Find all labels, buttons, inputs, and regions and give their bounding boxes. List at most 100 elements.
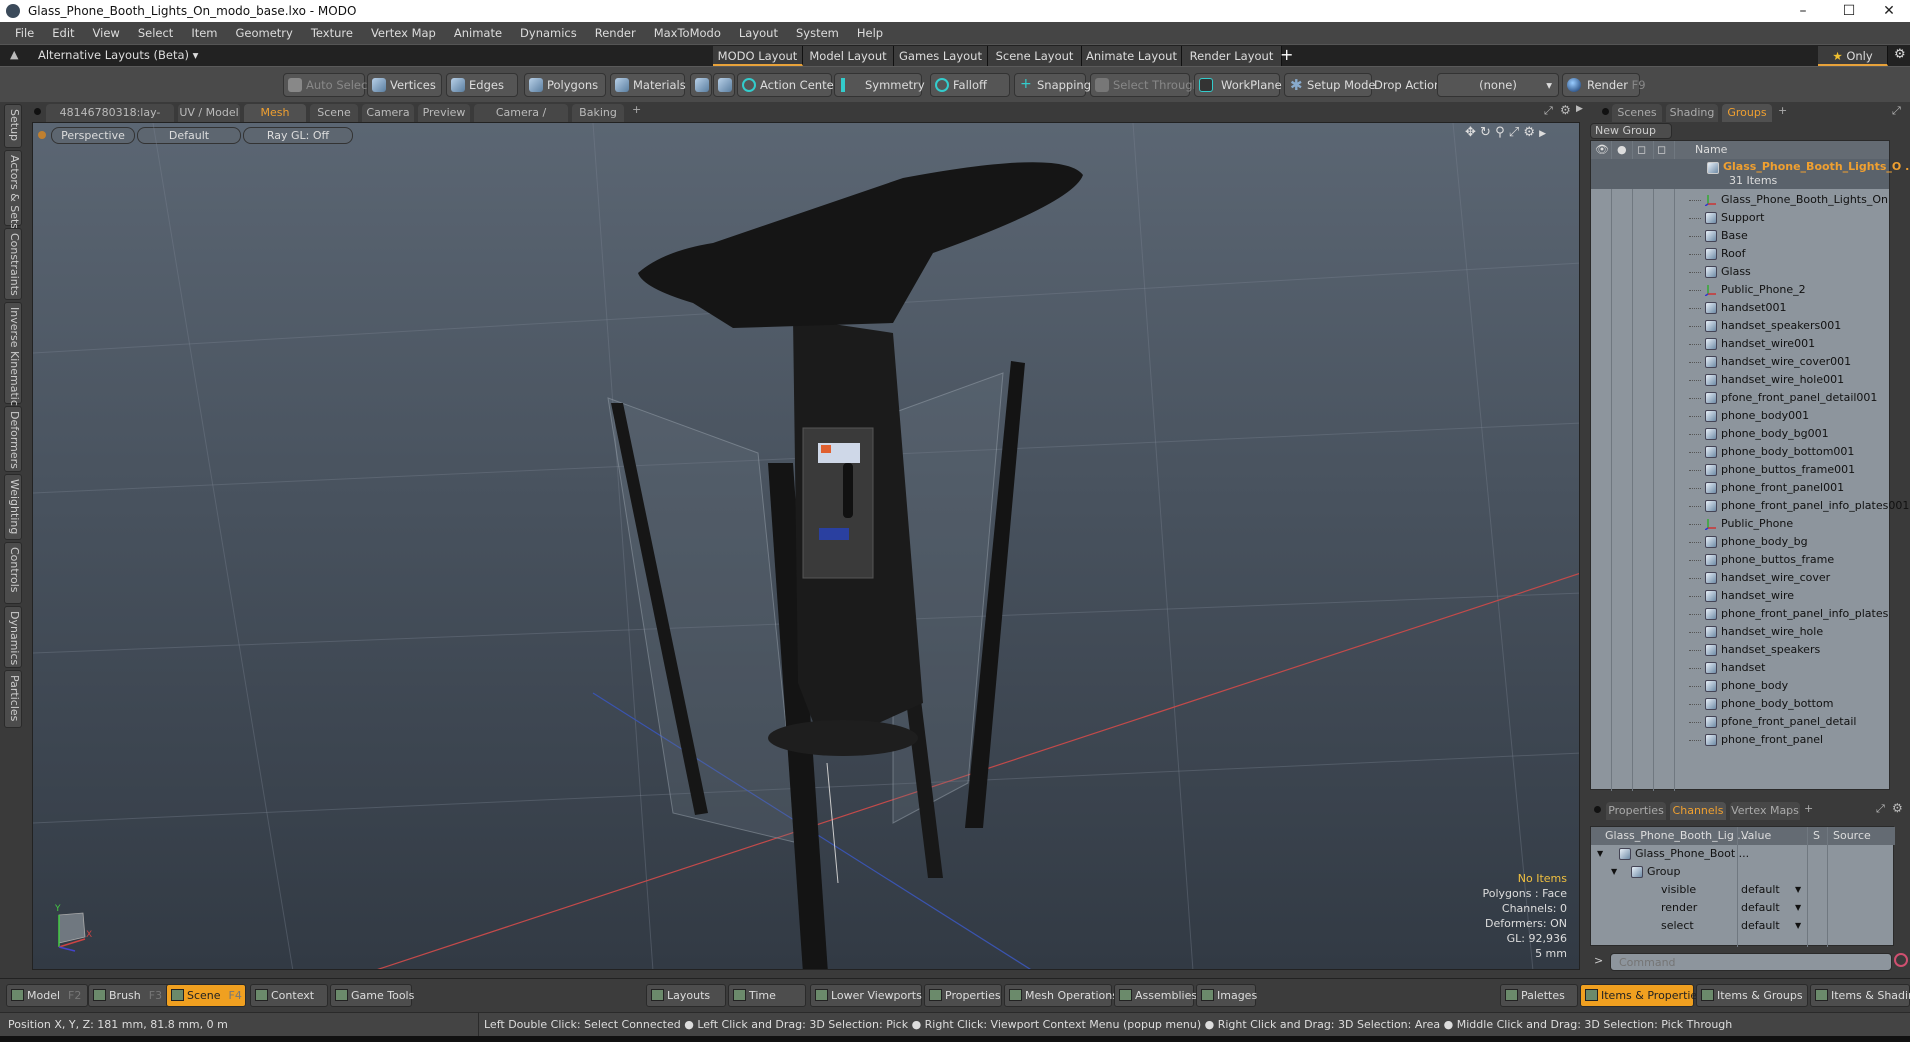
bottom-button-mesh-operations[interactable]: Mesh Operations — [1004, 984, 1118, 1007]
workplane-button[interactable]: WorkPlane — [1194, 73, 1282, 97]
add-tab-button[interactable]: + — [1778, 104, 1787, 117]
group-item-row[interactable]: phone_front_panel — [1591, 731, 1891, 749]
menu-dynamics[interactable]: Dynamics — [511, 26, 586, 40]
group-item-row[interactable]: handset_wire_cover — [1591, 569, 1891, 587]
bottom-button-properties[interactable]: Properties — [924, 984, 1002, 1007]
group-item-row[interactable]: Glass — [1591, 263, 1891, 281]
add-tab-button[interactable]: + — [1804, 802, 1813, 815]
channel-value-select[interactable]: default — [1741, 899, 1780, 917]
value-header[interactable]: Value — [1741, 827, 1771, 845]
channel-root-row[interactable]: ▼ Glass_Phone_Boot ... — [1591, 845, 1895, 863]
menu-file[interactable]: File — [6, 26, 43, 40]
menu-animate[interactable]: Animate — [445, 26, 511, 40]
command-input[interactable] — [1610, 953, 1892, 971]
lock-column-icon[interactable]: ◻ — [1637, 141, 1646, 159]
new-group-button[interactable]: New Group — [1590, 123, 1672, 139]
menu-geometry[interactable]: Geometry — [227, 26, 302, 40]
render-column-icon[interactable]: ● — [1617, 141, 1627, 159]
menu-render[interactable]: Render — [586, 26, 645, 40]
menu-system[interactable]: System — [787, 26, 848, 40]
gear-icon[interactable]: ⚙ — [1894, 47, 1906, 62]
side-tab-weighting[interactable]: Weighting — [4, 474, 22, 540]
side-tab-controls[interactable]: Controls — [4, 542, 22, 604]
group-item-row[interactable]: Roof — [1591, 245, 1891, 263]
layout-tab-modo-layout[interactable]: MODO Layout — [713, 46, 803, 66]
group-item-row[interactable]: handset_wire_hole — [1591, 623, 1891, 641]
pivot-mode-button[interactable] — [713, 73, 735, 97]
only-filter-button[interactable]: ★ Only — [1818, 46, 1888, 66]
viewport-tab-baking[interactable]: Baking — [572, 104, 624, 122]
group-item-row[interactable]: pfone_front_panel_detail — [1591, 713, 1891, 731]
side-tab-deformers[interactable]: Deformers — [4, 406, 22, 472]
group-item-row[interactable]: phone_body_bottom001 — [1591, 443, 1891, 461]
bottom-button-brush[interactable]: Brush F3 — [88, 984, 170, 1007]
bottom-button-items-properties[interactable]: Items & Properties — [1580, 984, 1703, 1007]
menu-view[interactable]: View — [84, 26, 129, 40]
s-header[interactable]: S — [1813, 827, 1820, 845]
chevron-down-icon[interactable]: ▼ — [1795, 881, 1801, 899]
group-item-row[interactable]: phone_body_bg — [1591, 533, 1891, 551]
channel-name-header[interactable]: Glass_Phone_Booth_Lig ... — [1605, 827, 1748, 845]
group-item-row[interactable]: Support — [1591, 209, 1891, 227]
menu-maxtomodo[interactable]: MaxToModo — [645, 26, 730, 40]
drop-action-select[interactable]: (none) ▾ — [1437, 73, 1559, 97]
menu-edit[interactable]: Edit — [43, 26, 83, 40]
play-arrow-icon[interactable]: ▶ — [1576, 104, 1583, 114]
expand-arrow-icon[interactable]: ▼ — [1611, 863, 1617, 881]
bottom-button-palettes[interactable]: Palettes — [1500, 984, 1578, 1007]
menu-texture[interactable]: Texture — [302, 26, 362, 40]
gear-icon[interactable]: ⚙ — [1560, 103, 1571, 117]
group-item-row[interactable]: phone_body001 — [1591, 407, 1891, 425]
menu-help[interactable]: Help — [848, 26, 892, 40]
layout-up-icon[interactable]: ▲ — [10, 48, 18, 61]
bottom-button-time[interactable]: Time — [728, 984, 806, 1007]
tab-vertex-maps[interactable]: Vertex Maps — [1730, 802, 1800, 820]
bottom-button-model[interactable]: Model F2 — [6, 984, 88, 1007]
group-item-row[interactable]: phone_body_bottom — [1591, 695, 1891, 713]
channel-value-select[interactable]: default — [1741, 881, 1780, 899]
group-item-row[interactable]: handset_wire_cover001 — [1591, 353, 1891, 371]
panel-menu-dot-icon[interactable] — [1594, 806, 1601, 813]
bottom-button-scene[interactable]: Scene F4 — [166, 984, 246, 1007]
group-item-row[interactable]: Public_Phone_2 — [1591, 281, 1891, 299]
layout-tab-scene-layout[interactable]: Scene Layout — [988, 46, 1082, 66]
symmetry-button[interactable]: Symmetry — [834, 73, 925, 97]
tab-groups[interactable]: Groups — [1722, 104, 1772, 122]
channel-row[interactable]: visible default ▼ — [1591, 881, 1895, 899]
side-tab-setup[interactable]: Setup — [4, 104, 22, 148]
chevron-down-icon[interactable]: ▼ — [1795, 899, 1801, 917]
alternative-layouts-dropdown[interactable]: Alternative Layouts (Beta) ▾ — [38, 48, 198, 62]
side-tab-inverse-kinematics[interactable]: Inverse Kinematics — [4, 302, 22, 412]
visibility-column-icon[interactable]: 👁 — [1595, 141, 1609, 159]
viewport-tab-camera[interactable]: Camera — [362, 104, 414, 122]
snapping-button[interactable]: + Snapping — [1014, 73, 1091, 97]
group-item-row[interactable]: Public_Phone — [1591, 515, 1891, 533]
tab-shading[interactable]: Shading — [1666, 104, 1718, 122]
select-through-button[interactable]: Select Through — [1090, 73, 1200, 97]
tab-channels[interactable]: Channels — [1670, 802, 1726, 820]
add-viewport-tab-button[interactable]: + — [632, 103, 641, 116]
group-item-row[interactable]: phone_buttos_frame — [1591, 551, 1891, 569]
side-tab-particles[interactable]: Particles — [4, 670, 22, 728]
side-tab-actors-sets[interactable]: Actors & Sets — [4, 150, 22, 229]
panel-menu-dot-icon[interactable] — [1602, 108, 1609, 115]
add-layout-button[interactable]: + — [1280, 45, 1293, 64]
minimize-button[interactable]: – — [1780, 0, 1826, 22]
viewport-tab-preview[interactable]: Preview — [418, 104, 470, 122]
channel-row[interactable]: select default ▼ — [1591, 917, 1895, 935]
falloff-button[interactable]: Falloff — [930, 73, 1010, 97]
bottom-button-items-groups[interactable]: Items & Groups — [1696, 984, 1808, 1007]
channel-row[interactable]: render default ▼ — [1591, 899, 1895, 917]
expand-icon[interactable]: ⤢ — [1892, 104, 1901, 118]
group-item-row[interactable]: Base — [1591, 227, 1891, 245]
group-item-row[interactable]: handset — [1591, 659, 1891, 677]
bottom-button-layouts[interactable]: Layouts — [646, 984, 726, 1007]
menu-vertex-map[interactable]: Vertex Map — [362, 26, 445, 40]
group-item-row[interactable]: handset001 — [1591, 299, 1891, 317]
render-button[interactable]: Render F9 — [1562, 73, 1646, 97]
viewport-tab-uv-model[interactable]: UV / Model — [178, 104, 240, 122]
group-item-row[interactable]: handset_speakers — [1591, 641, 1891, 659]
layout-tab-model-layout[interactable]: Model Layout — [803, 46, 894, 66]
group-row[interactable]: Glass_Phone_Booth_Lights_O ... 31 Items — [1591, 159, 1910, 189]
action-center-button[interactable]: Action Center — [737, 73, 838, 97]
